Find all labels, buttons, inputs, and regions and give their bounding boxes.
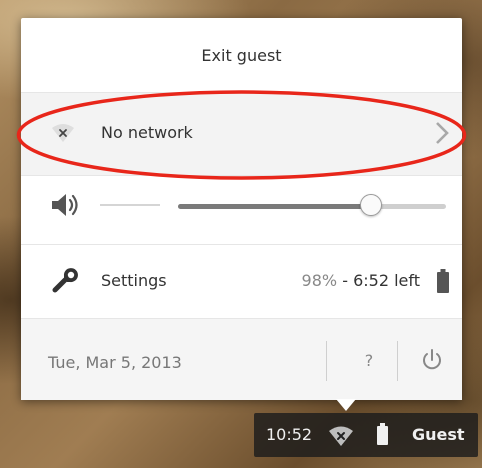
footer-divider bbox=[397, 341, 398, 381]
power-icon[interactable] bbox=[419, 347, 445, 373]
wifi-disconnected-icon bbox=[52, 124, 74, 142]
network-row[interactable]: No network bbox=[21, 92, 462, 176]
date-label[interactable]: Tue, Mar 5, 2013 bbox=[48, 353, 182, 372]
network-label: No network bbox=[101, 123, 193, 142]
battery-time-left: 6:52 left bbox=[353, 271, 420, 290]
tray-battery-icon bbox=[377, 423, 388, 445]
volume-row bbox=[21, 176, 462, 244]
footer-row: Tue, Mar 5, 2013 ? bbox=[21, 318, 462, 400]
speaker-icon[interactable] bbox=[49, 191, 81, 219]
volume-slider-fill bbox=[178, 204, 371, 209]
volume-slider[interactable] bbox=[178, 194, 446, 218]
menu-pointer bbox=[336, 399, 356, 411]
status-tray[interactable]: 10:52 Guest bbox=[254, 413, 478, 457]
help-button[interactable]: ? bbox=[343, 343, 395, 379]
battery-separator: - bbox=[342, 271, 348, 290]
battery-icon bbox=[437, 269, 449, 293]
footer-divider bbox=[326, 341, 327, 381]
system-tray-menu: Exit guest No network Settings 98% - 6:5… bbox=[16, 18, 467, 400]
settings-label: Settings bbox=[101, 271, 167, 290]
wrench-icon bbox=[52, 268, 78, 293]
exit-guest-label: Exit guest bbox=[201, 45, 282, 65]
settings-row[interactable]: Settings 98% - 6:52 left bbox=[21, 244, 462, 318]
exit-guest-button[interactable]: Exit guest bbox=[21, 18, 462, 92]
chevron-right-icon bbox=[436, 122, 449, 144]
tray-clock: 10:52 bbox=[266, 425, 313, 444]
tray-user-label: Guest bbox=[412, 425, 465, 444]
volume-divider bbox=[100, 204, 160, 206]
tray-wifi-disconnected-icon bbox=[329, 426, 353, 446]
volume-slider-thumb[interactable] bbox=[359, 194, 382, 216]
battery-status: 98% - 6:52 left bbox=[302, 271, 420, 290]
battery-percent: 98% bbox=[301, 271, 338, 290]
